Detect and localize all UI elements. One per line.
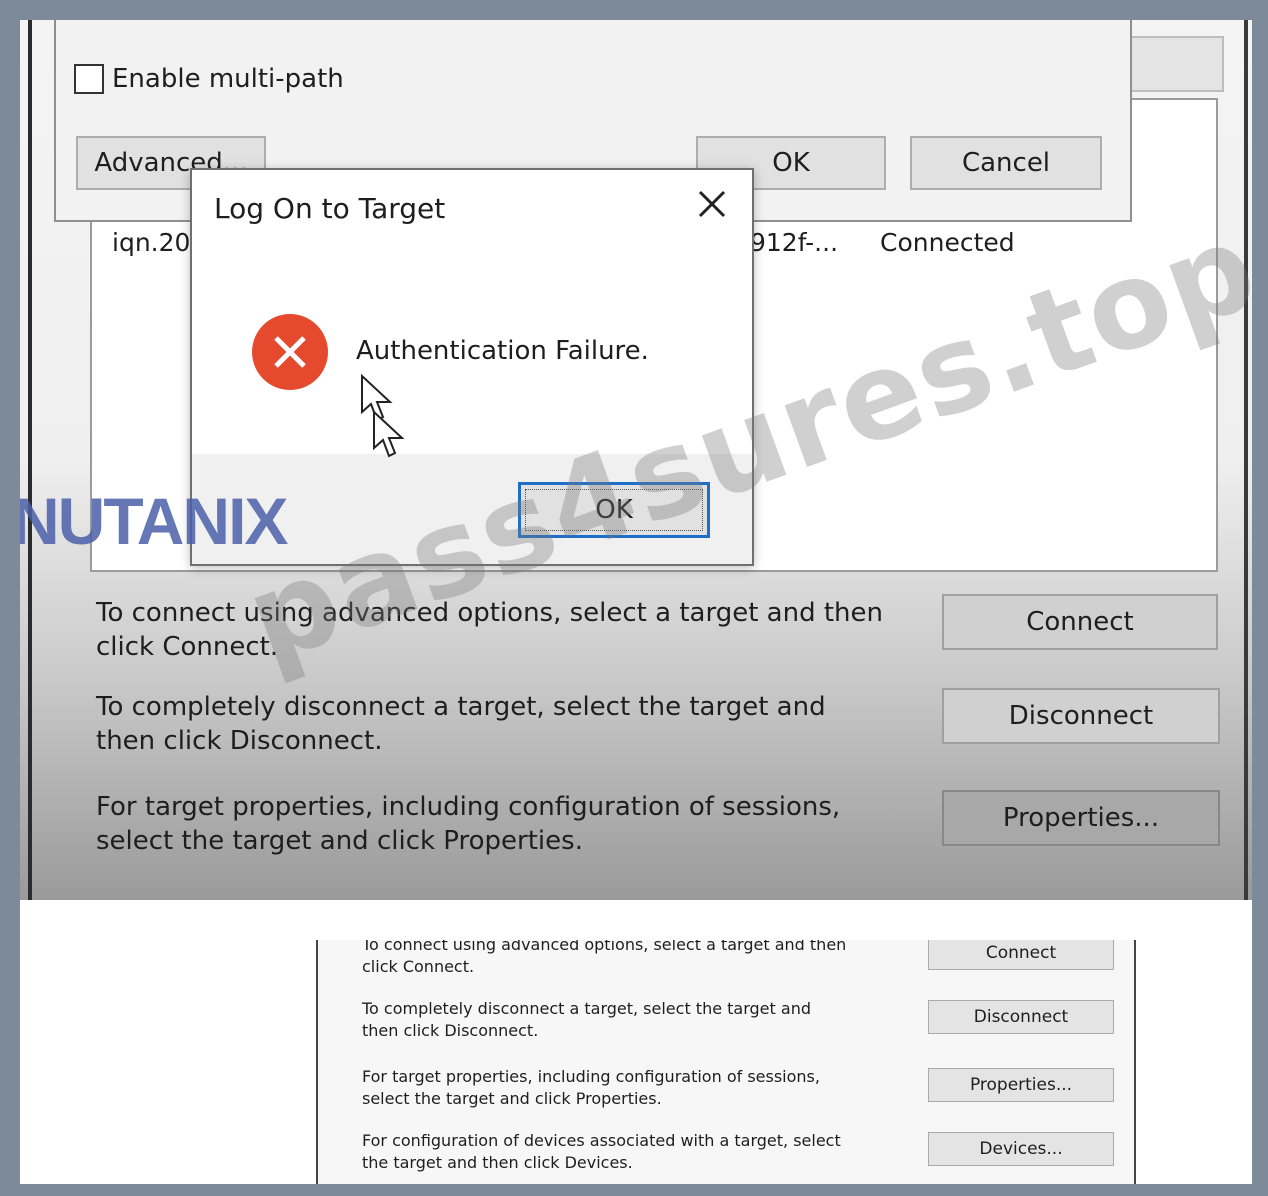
dialog-title: Log On to Target bbox=[214, 192, 446, 225]
properties-description-line: For target properties, including configu… bbox=[362, 1067, 820, 1086]
cancel-button-label: Cancel bbox=[961, 148, 1051, 178]
window-left-border bbox=[28, 20, 32, 900]
connect-button[interactable]: Connect bbox=[928, 940, 1114, 970]
disconnect-description-line: To completely disconnect a target, selec… bbox=[96, 692, 826, 722]
disconnect-button-label: Disconnect bbox=[1008, 701, 1154, 731]
enable-multipath-checkbox[interactable] bbox=[74, 64, 104, 94]
error-icon bbox=[252, 314, 328, 390]
properties-description: For target properties, including configu… bbox=[362, 1066, 902, 1110]
properties-description: For target properties, including configu… bbox=[96, 790, 896, 858]
properties-description-line: select the target and click Properties. bbox=[362, 1089, 662, 1108]
disconnect-description-line: To completely disconnect a target, selec… bbox=[362, 999, 811, 1018]
disconnect-description: To completely disconnect a target, selec… bbox=[96, 690, 896, 758]
target-id-fragment: 912f-... bbox=[750, 228, 839, 257]
connect-description-line: click Connect. bbox=[362, 957, 475, 976]
cancel-button[interactable]: Cancel bbox=[910, 136, 1102, 190]
refresh-button[interactable] bbox=[1130, 36, 1224, 92]
properties-button[interactable]: Properties... bbox=[942, 790, 1220, 846]
properties-description-line: For target properties, including configu… bbox=[96, 792, 841, 822]
devices-button-label: Devices... bbox=[979, 1139, 1063, 1159]
connect-button[interactable]: Connect bbox=[942, 594, 1218, 650]
mouse-pointer-icon bbox=[373, 410, 405, 458]
disconnect-button-label: Disconnect bbox=[973, 1007, 1069, 1027]
target-name: iqn.20 bbox=[112, 228, 191, 257]
properties-button-label: Properties... bbox=[969, 1075, 1073, 1095]
disconnect-description-line: then click Disconnect. bbox=[362, 1021, 539, 1040]
connect-description-line: To connect using advanced options, selec… bbox=[362, 940, 847, 954]
connect-description: To connect using advanced options, selec… bbox=[362, 940, 902, 978]
properties-button[interactable]: Properties... bbox=[928, 1068, 1114, 1102]
devices-description-line: the target and then click Devices. bbox=[362, 1153, 633, 1172]
properties-button-label: Properties... bbox=[1002, 803, 1160, 833]
close-icon[interactable] bbox=[692, 184, 732, 224]
disconnect-button[interactable]: Disconnect bbox=[942, 688, 1220, 744]
enable-multipath-label: Enable multi-path bbox=[112, 64, 344, 94]
window-right-border bbox=[1244, 20, 1248, 900]
connect-description-line: click Connect. bbox=[96, 632, 279, 662]
disconnect-description-line: then click Disconnect. bbox=[96, 726, 383, 756]
devices-description-line: For configuration of devices associated … bbox=[362, 1131, 841, 1150]
devices-description: For configuration of devices associated … bbox=[362, 1130, 902, 1174]
connect-button-label: Connect bbox=[985, 943, 1057, 963]
iscsi-initiator-window: iqn.20 912f-... Connected Enable multi-p… bbox=[20, 20, 1252, 900]
target-status: Connected bbox=[880, 228, 1015, 257]
connect-button-label: Connect bbox=[1026, 607, 1134, 637]
nutanix-logo-text: NUTANIX bbox=[20, 488, 288, 558]
error-message: Authentication Failure. bbox=[356, 336, 649, 366]
disconnect-description: To completely disconnect a target, selec… bbox=[362, 998, 902, 1042]
screenshot-frame: iqn.20 912f-... Connected Enable multi-p… bbox=[20, 20, 1252, 1184]
disconnect-button[interactable]: Disconnect bbox=[928, 1000, 1114, 1034]
devices-button[interactable]: Devices... bbox=[928, 1132, 1114, 1166]
properties-description-line: select the target and click Properties. bbox=[96, 826, 583, 856]
iscsi-initiator-panel-small: To connect using advanced options, selec… bbox=[316, 940, 1136, 1184]
ok-button-label: OK bbox=[772, 148, 810, 178]
